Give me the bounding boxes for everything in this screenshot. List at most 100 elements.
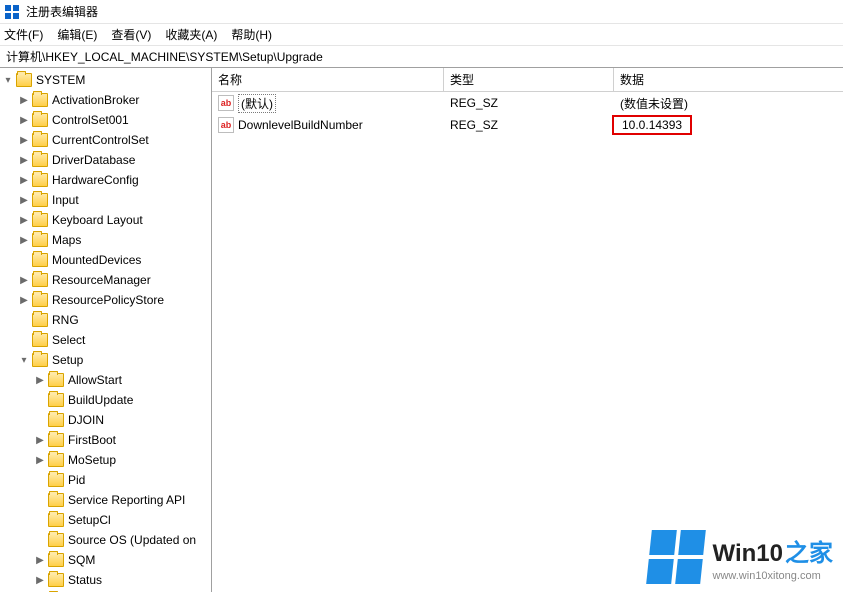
tree-item[interactable]: MountedDevices xyxy=(0,250,211,270)
values-pane[interactable]: 名称 类型 数据 ab(默认)REG_SZ(数值未设置)abDownlevelB… xyxy=(212,68,843,592)
string-value-icon: ab xyxy=(218,117,234,133)
tree-item-label: SetupCl xyxy=(68,513,111,527)
folder-icon xyxy=(48,493,64,507)
folder-icon xyxy=(48,373,64,387)
tree-item-label: DJOIN xyxy=(68,413,104,427)
tree-item[interactable]: Source OS (Updated on xyxy=(0,530,211,550)
tree-item[interactable]: ▶ DriverDatabase xyxy=(0,150,211,170)
folder-icon xyxy=(48,473,64,487)
menu-file[interactable]: 文件(F) xyxy=(4,26,43,43)
folder-icon xyxy=(32,233,48,247)
folder-icon xyxy=(48,433,64,447)
tree-item-label: AllowStart xyxy=(68,373,122,387)
chevron-right-icon[interactable]: ▶ xyxy=(34,454,46,466)
tree-item[interactable]: ▶HardwareConfig xyxy=(0,170,211,190)
folder-icon xyxy=(32,153,48,167)
tree-item[interactable]: ▶ ControlSet001 xyxy=(0,110,211,130)
tree-item[interactable]: ▾Setup xyxy=(0,350,211,370)
tree-item-label: CurrentControlSet xyxy=(52,133,149,147)
chevron-right-icon[interactable]: ▶ xyxy=(34,554,46,566)
folder-icon xyxy=(32,173,48,187)
chevron-right-icon[interactable]: ▶ xyxy=(18,214,30,226)
chevron-right-icon[interactable]: ▶ xyxy=(18,94,30,106)
folder-icon xyxy=(48,453,64,467)
chevron-right-icon[interactable]: ▶ xyxy=(18,154,30,166)
col-header-type[interactable]: 类型 xyxy=(444,68,614,91)
chevron-right-icon[interactable]: ▶ xyxy=(18,194,30,206)
tree-item[interactable]: ▶ Input xyxy=(0,190,211,210)
tree-item-label: Keyboard Layout xyxy=(52,213,143,227)
chevron-down-icon[interactable]: ▾ xyxy=(18,354,30,366)
folder-icon xyxy=(48,393,64,407)
address-bar[interactable]: 计算机\HKEY_LOCAL_MACHINE\SYSTEM\Setup\Upgr… xyxy=(0,46,843,68)
tree-item[interactable]: ▶ MoSetup xyxy=(0,450,211,470)
folder-icon xyxy=(32,113,48,127)
menu-edit[interactable]: 编辑(E) xyxy=(57,26,97,43)
main-split: ▾SYSTEM▶ActivationBroker▶ControlSet001▶C… xyxy=(0,68,843,592)
chevron-right-icon[interactable]: ▶ xyxy=(18,234,30,246)
title-bar: 注册表编辑器 xyxy=(0,0,843,24)
address-text: 计算机\HKEY_LOCAL_MACHINE\SYSTEM\Setup\Upgr… xyxy=(6,48,323,65)
tree-item[interactable]: ▶ Keyboard Layout xyxy=(0,210,211,230)
tree-item[interactable]: Select xyxy=(0,330,211,350)
col-header-name[interactable]: 名称 xyxy=(212,68,444,91)
tree-item[interactable]: ▶ResourceManager xyxy=(0,270,211,290)
menu-bar: 文件(F) 编辑(E) 查看(V) 收藏夹(A) 帮助(H) xyxy=(0,24,843,46)
value-name: (默认) xyxy=(238,94,276,113)
tree-item[interactable]: ▶FirstBoot xyxy=(0,430,211,450)
folder-icon xyxy=(32,353,48,367)
tree-item[interactable]: ▶ AllowStart xyxy=(0,370,211,390)
folder-icon xyxy=(48,573,64,587)
value-row[interactable]: ab(默认)REG_SZ(数值未设置) xyxy=(212,92,843,114)
value-data-cell: (数值未设置) xyxy=(614,95,843,112)
folder-icon xyxy=(32,313,48,327)
tree-item-label: BuildUpdate xyxy=(68,393,133,407)
chevron-right-icon[interactable]: ▶ xyxy=(34,434,46,446)
tree-item[interactable]: BuildUpdate xyxy=(0,390,211,410)
folder-icon xyxy=(32,333,48,347)
tree-item[interactable]: ▶ CurrentControlSet xyxy=(0,130,211,150)
chevron-right-icon[interactable]: ▶ xyxy=(34,574,46,586)
tree-item[interactable]: SetupCl xyxy=(0,510,211,530)
chevron-right-icon[interactable]: ▶ xyxy=(18,114,30,126)
tree-pane[interactable]: ▾SYSTEM▶ActivationBroker▶ControlSet001▶C… xyxy=(0,68,212,592)
tree-item[interactable]: DJOIN xyxy=(0,410,211,430)
folder-icon xyxy=(32,193,48,207)
tree-item[interactable]: RNG xyxy=(0,310,211,330)
value-row[interactable]: abDownlevelBuildNumberREG_SZ10.0.14393 xyxy=(212,114,843,136)
folder-icon xyxy=(48,553,64,567)
tree-item-label: ResourcePolicyStore xyxy=(52,293,164,307)
tree-item[interactable]: ▶SQM xyxy=(0,550,211,570)
col-header-data[interactable]: 数据 xyxy=(614,68,843,91)
tree-item-label: ControlSet001 xyxy=(52,113,129,127)
menu-favorites[interactable]: 收藏夹(A) xyxy=(165,26,217,43)
chevron-right-icon[interactable]: ▶ xyxy=(34,374,46,386)
tree-item-label: MoSetup xyxy=(68,453,116,467)
value-type-cell: REG_SZ xyxy=(444,118,614,132)
chevron-right-icon[interactable]: ▶ xyxy=(18,274,30,286)
value-name-cell: ab(默认) xyxy=(212,94,444,113)
window-title: 注册表编辑器 xyxy=(26,3,98,20)
tree-item-root[interactable]: ▾SYSTEM xyxy=(0,70,211,90)
tree-item-label: MountedDevices xyxy=(52,253,141,267)
tree-item[interactable]: ▶Status xyxy=(0,570,211,590)
value-type-cell: REG_SZ xyxy=(444,96,614,110)
chevron-down-icon[interactable]: ▾ xyxy=(2,74,14,86)
tree-item[interactable]: ▶ActivationBroker xyxy=(0,90,211,110)
tree-item-label: Source OS (Updated on xyxy=(68,533,196,547)
tree-item-label: Maps xyxy=(52,233,81,247)
menu-help[interactable]: 帮助(H) xyxy=(231,26,272,43)
tree-item-label: DriverDatabase xyxy=(52,153,135,167)
tree-item[interactable]: ▶ ResourcePolicyStore xyxy=(0,290,211,310)
folder-icon xyxy=(48,413,64,427)
tree-item[interactable]: Service Reporting API xyxy=(0,490,211,510)
tree-item-label: Input xyxy=(52,193,79,207)
folder-icon xyxy=(48,513,64,527)
tree-item[interactable]: ▶ Maps xyxy=(0,230,211,250)
chevron-right-icon[interactable]: ▶ xyxy=(18,134,30,146)
tree-item[interactable]: Pid xyxy=(0,470,211,490)
chevron-right-icon[interactable]: ▶ xyxy=(18,174,30,186)
tree-item-label: Pid xyxy=(68,473,85,487)
menu-view[interactable]: 查看(V) xyxy=(111,26,151,43)
chevron-right-icon[interactable]: ▶ xyxy=(18,294,30,306)
